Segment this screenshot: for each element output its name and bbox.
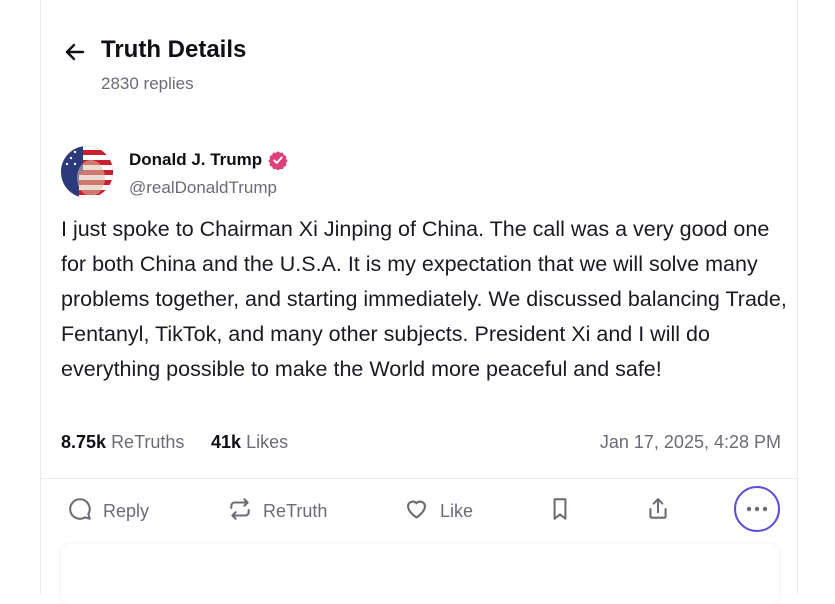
- arrow-left-icon: [63, 40, 87, 69]
- post-timestamp: Jan 17, 2025, 4:28 PM: [599, 432, 781, 452]
- likes-count: 41k: [211, 432, 242, 452]
- page-title: Truth Details: [101, 36, 247, 63]
- reply-label: Reply: [103, 500, 150, 521]
- post-stats: 8.75k ReTruths 41k Likes Jan 17, 2025, 4…: [61, 432, 781, 458]
- more-options-button[interactable]: [734, 486, 780, 532]
- share-icon: [645, 496, 671, 527]
- retruth-label: ReTruth: [263, 500, 328, 521]
- retruth-button[interactable]: ReTruth: [227, 486, 327, 536]
- more-icon: [745, 500, 769, 518]
- like-label: Like: [440, 500, 474, 521]
- retruths-label: ReTruths: [111, 432, 185, 452]
- likes-label: Likes: [246, 432, 289, 452]
- reply-card: [61, 544, 779, 604]
- author-name[interactable]: Donald J. Trump: [129, 150, 288, 170]
- retruth-icon: [227, 496, 253, 527]
- bookmark-button[interactable]: [547, 486, 573, 536]
- action-bar: Reply ReTruth Like: [41, 486, 797, 536]
- author-name-text: Donald J. Trump: [129, 150, 263, 169]
- reply-count: 2830 replies: [101, 74, 194, 93]
- reply-icon: [67, 496, 93, 527]
- bookmark-icon: [547, 496, 573, 527]
- like-button[interactable]: Like: [403, 486, 473, 536]
- share-button[interactable]: [645, 486, 671, 536]
- retruths-count: 8.75k: [61, 432, 107, 452]
- avatar[interactable]: [61, 146, 113, 198]
- divider: [41, 478, 797, 479]
- author-handle[interactable]: @realDonaldTrump: [129, 178, 277, 198]
- likes-stat[interactable]: 41k Likes: [211, 432, 288, 453]
- reply-button[interactable]: Reply: [67, 486, 149, 536]
- heart-icon: [403, 495, 430, 527]
- back-button[interactable]: [61, 40, 89, 68]
- post-text: I just spoke to Chairman Xi Jinping of C…: [61, 217, 787, 381]
- retruths-stat[interactable]: 8.75k ReTruths: [61, 432, 184, 453]
- post-detail-panel: Truth Details 2830 replies Donald J. Tru…: [40, 0, 798, 604]
- verified-badge-icon: [268, 150, 288, 170]
